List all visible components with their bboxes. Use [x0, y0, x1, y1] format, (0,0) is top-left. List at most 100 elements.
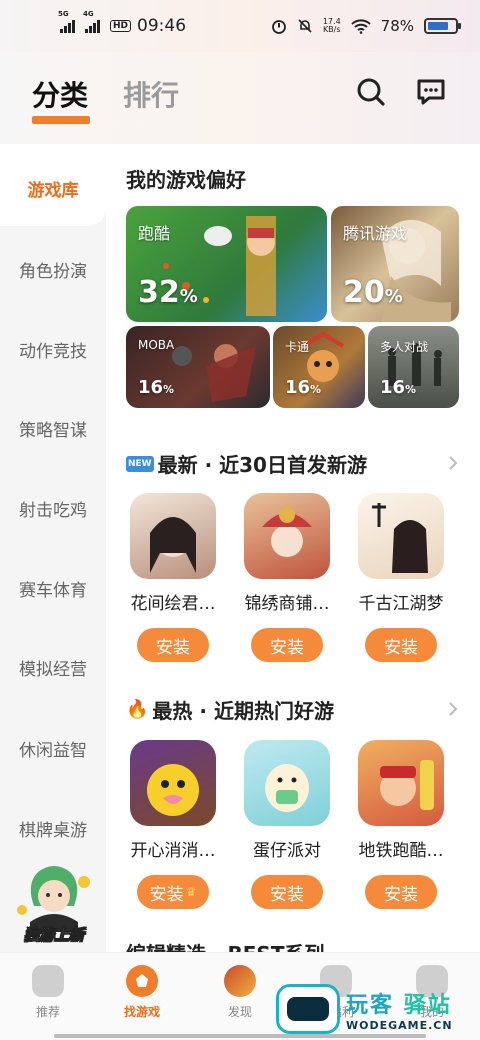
tab-active-underline	[32, 116, 90, 124]
app-card[interactable]: 花间绘君… 安装	[116, 493, 230, 662]
app-art	[150, 517, 196, 573]
pref-label: 腾讯游戏	[343, 224, 408, 243]
pref-label: MOBA	[138, 338, 175, 352]
nav-recommend[interactable]: 推荐	[8, 965, 88, 1020]
sidebar-item-action[interactable]: 动作竞技	[0, 337, 106, 362]
chevron-right-icon[interactable]	[446, 456, 460, 470]
install-button[interactable]: 安装	[365, 628, 437, 662]
app-name: 千古江湖梦	[358, 594, 444, 614]
crown-icon: ♛	[185, 885, 197, 899]
pref-label: 跑酷	[138, 224, 171, 243]
app-card[interactable]: 开心消消… 安装 ♛	[116, 740, 230, 909]
install-button[interactable]: 安装 ♛	[137, 875, 209, 909]
home-indicator[interactable]	[54, 1034, 426, 1038]
sidebar-item-game-library[interactable]: 游戏库	[0, 176, 106, 201]
sidebar-item-simulation[interactable]: 模拟经营	[0, 655, 106, 680]
pref-percent: 20%	[343, 275, 403, 310]
discover-avatar-icon	[224, 965, 256, 997]
new-section-title-text: 最新 · 近30日首发新游	[157, 453, 367, 477]
pref-card-multiplayer[interactable]: 多人对战 16%	[368, 326, 459, 408]
app-card[interactable]: 蛋仔派对 安装	[230, 740, 344, 909]
sidebar-item-board[interactable]: 棋牌桌游	[0, 816, 106, 841]
app-name: 锦绣商铺…	[244, 594, 330, 614]
install-button[interactable]: 安装	[251, 875, 323, 909]
app-icon[interactable]	[130, 740, 216, 826]
preferences-title: 我的游戏偏好	[126, 168, 246, 192]
install-button[interactable]: 安装	[251, 628, 323, 662]
nav-label: 找游戏	[123, 1005, 160, 1019]
app-art	[372, 503, 428, 573]
pref-card-moba[interactable]: MOBA 16%	[126, 326, 270, 408]
watermark-line1: 玩客 驿站	[346, 992, 452, 1018]
app-card[interactable]: 锦绣商铺… 安装	[230, 493, 344, 662]
alarm-icon	[271, 20, 286, 34]
app-card[interactable]: 地铁跑酷… 安装	[344, 740, 458, 909]
app-icon[interactable]	[244, 740, 330, 826]
status-bar: 5G 4G HD 09:46 17.4 KB/s 78%	[0, 0, 480, 52]
find-games-icon	[126, 965, 158, 997]
install-label: 安装	[149, 884, 184, 905]
watermark-text: 玩客 驿站 WODEGAME.CN	[346, 987, 453, 1032]
signal-icon: 5G	[58, 10, 75, 33]
app-icon[interactable]	[244, 493, 330, 579]
install-button[interactable]: 安装	[137, 628, 209, 662]
nav-find-games[interactable]: 找游戏	[102, 965, 182, 1020]
app-name: 花间绘君…	[130, 594, 216, 614]
app-art	[262, 507, 312, 557]
battery-percent: 78%	[380, 17, 414, 35]
gamepad-icon	[32, 965, 64, 997]
app-art	[380, 760, 434, 810]
app-card[interactable]: 千古江湖梦 安装	[344, 493, 458, 662]
pref-card-tencent[interactable]: 腾讯游戏 20%	[331, 206, 459, 322]
nav-label: 发现	[227, 1005, 252, 1019]
category-sidebar: 游戏库 角色扮演 动作竞技 策略智谋 射击吃鸡 赛车体育 模拟经营 休闲益智 棋…	[0, 144, 106, 952]
app-name: 开心消消…	[130, 841, 216, 861]
sidebar-item-shooter[interactable]: 射击吃鸡	[0, 496, 106, 521]
app-art	[265, 764, 309, 812]
new-badge-icon: NEW	[126, 455, 154, 472]
app-icon[interactable]	[130, 493, 216, 579]
app-name: 地铁跑酷…	[358, 841, 444, 861]
tab-category-label: 分类	[32, 79, 89, 112]
nav-label: 推荐	[35, 1005, 60, 1019]
tab-category[interactable]: 分类	[32, 74, 90, 124]
wifi-icon	[350, 19, 371, 34]
message-icon[interactable]	[415, 76, 447, 108]
app-icon[interactable]	[358, 740, 444, 826]
pref-card-cartoon[interactable]: 卡通 16%	[273, 326, 365, 408]
search-icon[interactable]	[355, 76, 387, 108]
editor-picks-title-peek[interactable]: 编辑精选 · BEST系列	[126, 938, 324, 952]
promo-label: 独游上新	[23, 926, 85, 945]
nav-discover[interactable]: 发现	[200, 965, 280, 1020]
indie-new-promo[interactable]: 独游上新	[8, 862, 100, 948]
app-name: 蛋仔派对	[253, 841, 321, 861]
robot-logo-icon	[276, 984, 340, 1034]
install-button[interactable]: 安装	[365, 875, 437, 909]
pref-label: 卡通	[285, 340, 310, 354]
battery-fill	[428, 22, 449, 30]
sidebar-item-racing[interactable]: 赛车体育	[0, 576, 106, 601]
sidebar-item-casual[interactable]: 休闲益智	[0, 736, 106, 761]
hd-badge: HD	[110, 20, 132, 32]
mute-bell-icon	[298, 19, 312, 33]
hot-games-title[interactable]: 🔥 最热 · 近期热门好游	[126, 695, 334, 724]
sidebar-item-rpg[interactable]: 角色扮演	[0, 257, 106, 282]
net-speed: 17.4 KB/s	[322, 17, 341, 34]
site-watermark: 玩客 驿站 WODEGAME.CN	[276, 980, 476, 1038]
main-content: 我的游戏偏好 跑酷 32% 腾讯游戏 20% MOBA 16% 卡通 16% 多…	[106, 144, 480, 952]
fire-icon: 🔥	[126, 699, 149, 720]
sidebar-item-strategy[interactable]: 策略智谋	[0, 416, 106, 441]
new-games-title[interactable]: NEW 最新 · 近30日首发新游	[126, 449, 367, 478]
watermark-line2: WODEGAME.CN	[346, 1018, 453, 1032]
clock: 09:46	[137, 16, 187, 36]
tab-ranking[interactable]: 排行	[123, 74, 179, 114]
pref-card-parkour[interactable]: 跑酷 32%	[126, 206, 327, 322]
top-header: 分类 排行	[0, 52, 480, 144]
pref-label: 多人对战	[380, 340, 429, 354]
app-icon[interactable]	[358, 493, 444, 579]
status-left: 5G 4G HD 09:46	[58, 10, 187, 36]
pref-percent: 16%	[138, 377, 174, 398]
pref-percent: 16%	[285, 377, 321, 398]
chevron-right-icon[interactable]	[446, 702, 460, 716]
app-art	[147, 764, 199, 816]
